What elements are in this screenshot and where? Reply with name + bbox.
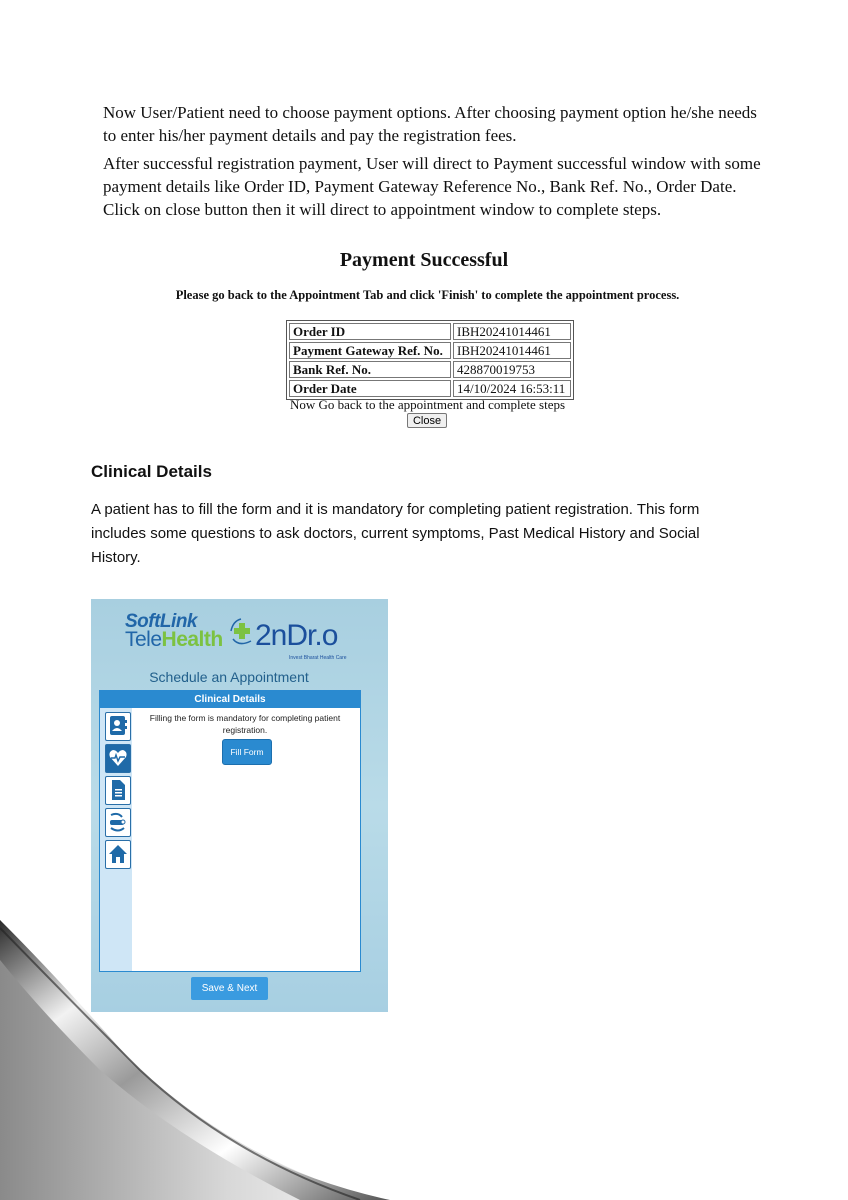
medical-cross-icon: [230, 618, 252, 645]
step-sidebar: [100, 708, 132, 971]
fill-form-button[interactable]: Fill Form: [222, 739, 272, 765]
close-button[interactable]: Close: [407, 413, 447, 428]
home-icon[interactable]: [105, 840, 131, 869]
panel-title: Clinical Details: [100, 691, 360, 708]
bank-ref-value: 428870019753: [453, 361, 571, 378]
gateway-ref-value: IBH20241014461: [453, 342, 571, 359]
order-date-label: Order Date: [289, 380, 451, 397]
document-icon[interactable]: [105, 776, 131, 805]
payment-footer-text: Now Go back to the appointment and compl…: [289, 397, 566, 412]
heart-pulse-icon[interactable]: [105, 744, 131, 773]
save-next-button[interactable]: Save & Next: [191, 977, 268, 1000]
table-row: Order Date 14/10/2024 16:53:11: [289, 380, 571, 397]
clinical-details-panel: Clinical Details Filling the form is man…: [99, 690, 361, 972]
order-id-value: IBH20241014461: [453, 323, 571, 340]
contact-card-icon[interactable]: [105, 712, 131, 741]
panel-instruction-text: Filling the form is mandatory for comple…: [149, 713, 341, 735]
intro-paragraph-2: After successful registration payment, U…: [103, 154, 761, 219]
intro-paragraph-1: Now User/Patient need to choose payment …: [103, 103, 757, 145]
table-row: Bank Ref. No. 428870019753: [289, 361, 571, 378]
payment-details-table: Order ID IBH20241014461 Payment Gateway …: [286, 320, 574, 400]
bank-ref-label: Bank Ref. No.: [289, 361, 451, 378]
app-screenshot: SoftLink TeleHealth 2nDr.o Invest Bharat…: [91, 599, 388, 1012]
logo-2ndro-text: 2nDr.o: [255, 619, 338, 652]
clinical-details-heading: Clinical Details: [91, 462, 212, 481]
softlink-telehealth-logo: SoftLink TeleHealth 2nDr.o Invest Bharat…: [123, 607, 363, 663]
gateway-ref-label: Payment Gateway Ref. No.: [289, 342, 451, 359]
table-row: Order ID IBH20241014461: [289, 323, 571, 340]
table-row: Payment Gateway Ref. No. IBH20241014461: [289, 342, 571, 359]
order-id-label: Order ID: [289, 323, 451, 340]
logo-tagline: Invest Bharat Health Care: [289, 655, 347, 661]
schedule-appointment-heading: Schedule an Appointment: [149, 669, 309, 685]
logo-telehealth-text: TeleHealth: [125, 628, 223, 651]
clinical-details-paragraph: A patient has to fill the form and it is…: [91, 501, 700, 566]
payment-note: Please go back to the Appointment Tab an…: [175, 288, 680, 302]
doctor-icon[interactable]: [105, 808, 131, 837]
payment-title: Payment Successful: [339, 249, 509, 271]
order-date-value: 14/10/2024 16:53:11: [453, 380, 571, 397]
